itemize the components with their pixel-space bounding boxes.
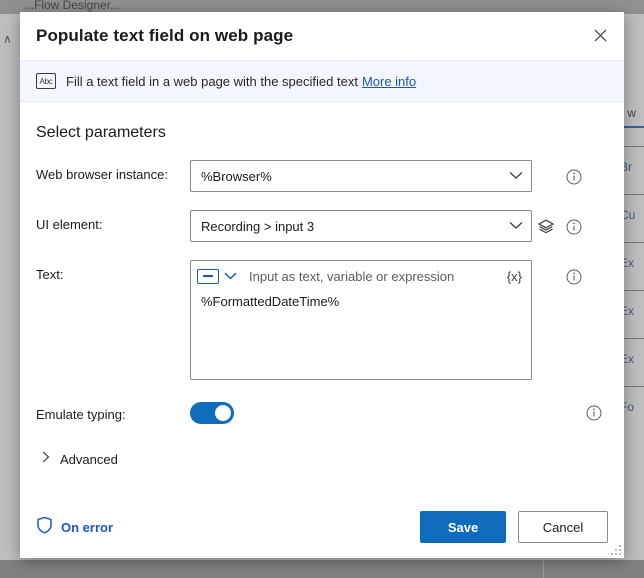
- text-input-box[interactable]: Input as text, variable or expression {x…: [190, 260, 532, 380]
- field-row-emulate-typing: Emulate typing:: [36, 402, 608, 424]
- browser-instance-dropdown[interactable]: %Browser%: [190, 160, 532, 192]
- emulate-typing-toggle[interactable]: [190, 402, 234, 424]
- ui-element-row-icons: [532, 210, 588, 240]
- text-input-toolbar: Input as text, variable or expression {x…: [191, 261, 531, 291]
- on-error-label: On error: [61, 519, 114, 535]
- emulate-typing-row-icons: [580, 400, 608, 426]
- advanced-label: Advanced: [60, 451, 118, 467]
- more-info-link[interactable]: More info: [362, 74, 416, 89]
- info-icon[interactable]: [560, 164, 588, 190]
- text-input-mode-dash: [203, 275, 213, 277]
- info-banner-text: Fill a text field in a web page with the…: [66, 73, 358, 89]
- text-input-value[interactable]: %FormattedDateTime%: [191, 291, 531, 379]
- cancel-button[interactable]: Cancel: [518, 511, 608, 543]
- dialog-header: Populate text field on web page: [20, 12, 624, 60]
- field-row-ui-element: UI element: Recording > input 3: [36, 210, 608, 242]
- info-banner: Abc Fill a text field in a web page with…: [20, 60, 624, 102]
- populate-text-field-dialog: Populate text field on web page Abc Fill…: [20, 12, 624, 558]
- ui-element-field: Recording > input 3: [190, 210, 532, 242]
- ui-element-dropdown[interactable]: Recording > input 3: [190, 210, 532, 242]
- chevron-down-icon: [509, 167, 523, 185]
- icon-slot-empty: [532, 164, 560, 190]
- browser-instance-field: %Browser%: [190, 160, 532, 192]
- abc-icon: Abc: [36, 73, 56, 89]
- layers-icon[interactable]: [532, 214, 560, 240]
- ui-element-value: Recording > input 3: [201, 218, 315, 234]
- browser-instance-row-icons: [532, 160, 588, 190]
- emulate-typing-field: [190, 402, 234, 424]
- info-icon[interactable]: [560, 214, 588, 240]
- text-field: Input as text, variable or expression {x…: [190, 260, 532, 380]
- save-button[interactable]: Save: [420, 511, 506, 543]
- close-icon[interactable]: [582, 18, 618, 52]
- dialog-footer: On error Save Cancel: [20, 496, 624, 558]
- text-input-mode-icon[interactable]: [197, 268, 219, 284]
- browser-instance-label: Web browser instance:: [36, 167, 168, 182]
- browser-instance-value: %Browser%: [201, 168, 272, 184]
- shield-icon: [36, 516, 53, 539]
- expression-button[interactable]: {x}: [506, 269, 523, 284]
- text-input-placeholder: Input as text, variable or expression: [249, 268, 455, 284]
- toggle-knob: [215, 405, 231, 421]
- info-icon[interactable]: [580, 400, 608, 426]
- info-icon[interactable]: [560, 264, 588, 290]
- dialog-body: Select parameters Web browser instance: …: [20, 102, 624, 496]
- text-row-icons: [532, 260, 588, 290]
- text-label: Text:: [36, 267, 64, 282]
- dialog-title: Populate text field on web page: [36, 26, 294, 45]
- resize-grip[interactable]: [609, 543, 621, 555]
- section-title-select-parameters: Select parameters: [36, 124, 166, 141]
- field-row-browser-instance: Web browser instance: %Browser%: [36, 160, 608, 192]
- on-error-button[interactable]: On error: [36, 516, 113, 539]
- chevron-right-icon: [42, 450, 50, 468]
- ui-element-label: UI element:: [36, 217, 103, 232]
- icon-slot-empty: [532, 264, 560, 290]
- chevron-down-icon: [509, 217, 523, 235]
- field-row-text: Text: Input as text, variable or express…: [36, 260, 608, 380]
- emulate-typing-label: Emulate typing:: [36, 406, 126, 422]
- chevron-down-icon[interactable]: [224, 267, 237, 285]
- advanced-section-toggle[interactable]: Advanced: [42, 450, 118, 468]
